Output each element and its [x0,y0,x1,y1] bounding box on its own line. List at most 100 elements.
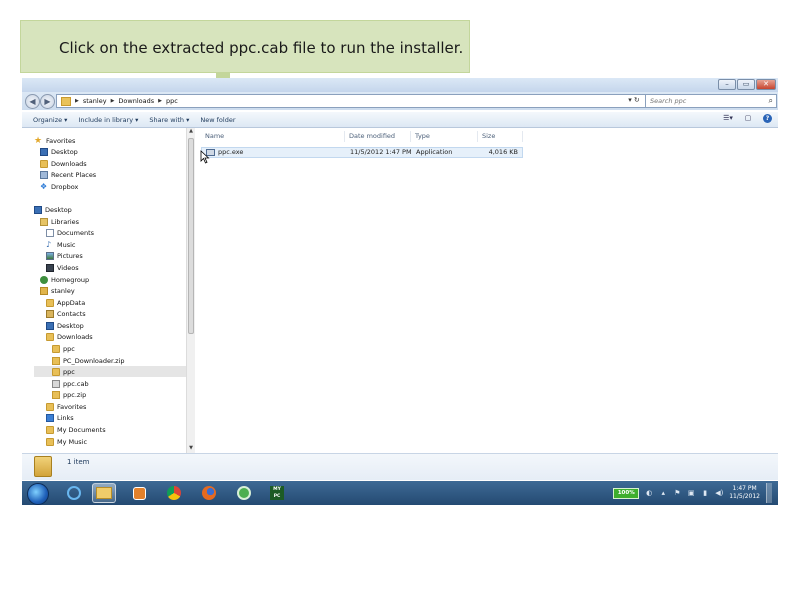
breadcrumb-downloads[interactable]: Downloads [118,97,154,105]
preview-pane-icon[interactable]: ▢ [743,114,753,123]
videos-icon [46,263,54,272]
zip-icon [52,356,60,365]
star-icon: ★ [34,135,43,146]
volume-icon[interactable]: ◀) [715,489,723,497]
nav-downloads[interactable]: Downloads [46,331,93,342]
scroll-up-icon[interactable]: ▲ [187,128,195,136]
share-with-menu[interactable]: Share with ▾ [149,116,189,124]
search-icon[interactable]: ⌕ [769,96,773,106]
nav-documents[interactable]: Documents [46,227,94,238]
folder-icon [46,425,54,434]
file-date: 11/5/2012 1:47 PM [350,148,412,156]
help-icon[interactable]: ? [763,114,772,123]
scroll-thumb[interactable] [188,138,194,334]
app-taskbar-button[interactable] [232,483,256,503]
nav-videos[interactable]: Videos [46,262,79,273]
firefox-icon [202,486,216,500]
action-center-icon[interactable]: ⚑ [673,489,681,497]
file-row[interactable]: ppc.exe 11/5/2012 1:47 PM Application 4,… [201,147,523,158]
nav-contacts[interactable]: Contacts [46,308,86,319]
desktop-icon [34,205,42,214]
column-size[interactable]: Size [478,131,523,142]
nav-desktop[interactable]: Desktop [34,204,72,215]
tray-app-icon[interactable]: ◐ [645,489,653,497]
clock[interactable]: 1:47 PM 11/5/2012 [729,485,760,501]
media-taskbar-button[interactable] [127,483,151,503]
nav-links[interactable]: Links [46,412,74,423]
file-name: ppc.exe [218,148,244,156]
nav-pictures[interactable]: Pictures [46,250,83,261]
column-type[interactable]: Type [411,131,478,142]
dropbox-icon: ❖ [40,181,48,191]
display-icon[interactable]: ▣ [687,489,695,497]
scroll-down-icon[interactable]: ▼ [187,445,195,453]
address-bar[interactable]: ▶ stanley ▶ Downloads ▶ ppc [56,94,647,108]
nav-dropbox[interactable]: ❖ Dropbox [40,181,78,192]
nav-stanley[interactable]: stanley [40,285,75,296]
refresh-icon[interactable]: ▾ ↻ [627,94,641,106]
explorer-taskbar-button[interactable] [92,483,116,503]
homegroup-icon [40,275,48,284]
breadcrumb-stanley[interactable]: stanley [83,97,107,105]
nav-desktop-folder[interactable]: Desktop [46,320,84,331]
folder-icon [61,96,71,106]
maximize-button[interactable]: ▭ [737,79,755,90]
system-tray: 100% ◐ ▴ ⚑ ▣ ▮ ◀) 1:47 PM 11/5/2012 [613,483,772,503]
nav-my-music[interactable]: My Music [46,436,87,447]
downloads-folder-icon [46,332,54,341]
forward-button[interactable]: ▶ [40,94,55,109]
show-desktop-button[interactable] [766,483,772,503]
nav-recent-places[interactable]: Recent Places [40,169,96,180]
ie-taskbar-button[interactable] [62,483,86,503]
mouse-cursor-icon [200,150,210,164]
nav-libraries[interactable]: Libraries [40,216,79,227]
breadcrumb-ppc[interactable]: ppc [166,97,178,105]
links-icon [46,413,54,422]
nav-ppc-folder[interactable]: ppc [52,343,75,354]
libraries-icon [40,217,48,226]
file-size: 4,016 KB [488,148,518,156]
network-icon[interactable]: ▮ [701,489,709,497]
column-date-modified[interactable]: Date modified [345,131,411,142]
nav-appdata[interactable]: AppData [46,297,85,308]
clock-time: 1:47 PM [732,485,757,492]
nav-ppc-zip[interactable]: ppc.zip [52,389,86,400]
contacts-icon [46,309,54,318]
nav-homegroup[interactable]: Homegroup [40,274,89,285]
nav-my-documents[interactable]: My Documents [46,424,106,435]
nav-scrollbar[interactable]: ▲ ▼ [186,128,195,453]
nav-favorites-folder[interactable]: Favorites [46,401,86,412]
battery-indicator[interactable]: 100% [613,487,640,499]
title-bar[interactable]: – ▭ ✕ [22,78,778,92]
desktop-icon [40,147,48,156]
close-button[interactable]: ✕ [756,79,776,90]
firefox-taskbar-button[interactable] [197,483,221,503]
music-icon: ♪ [46,239,52,249]
new-folder-button[interactable]: New folder [200,116,235,124]
show-hidden-icons[interactable]: ▴ [659,489,667,497]
zip-icon [52,390,60,399]
minimize-button[interactable]: – [718,79,736,90]
organize-menu[interactable]: Organize ▾ [33,116,67,124]
folder-icon [52,367,60,376]
nav-ppc-cab[interactable]: ppc.cab [52,378,89,389]
nav-pc-downloader-zip[interactable]: PC_Downloader.zip [52,355,125,366]
start-button[interactable] [27,483,49,505]
back-button[interactable]: ◀ [25,94,40,109]
nav-downloads-fav[interactable]: Downloads [40,158,87,169]
recent-places-icon [40,170,48,179]
nav-ppc-selected[interactable]: ppc [34,366,186,377]
mypc-taskbar-button[interactable]: MY PC [265,483,289,503]
cab-file-icon [52,379,60,388]
column-name[interactable]: Name [201,131,345,142]
nav-favorites[interactable]: ★ Favorites [34,135,75,146]
user-folder-icon [40,286,48,295]
include-in-library-menu[interactable]: Include in library ▾ [78,116,138,124]
nav-desktop-fav[interactable]: Desktop [40,146,78,157]
search-input[interactable] [646,95,760,106]
chrome-taskbar-button[interactable] [162,483,186,503]
nav-music[interactable]: ♪ Music [46,239,76,250]
internet-explorer-icon [67,486,81,500]
documents-icon [46,228,54,237]
view-options-icon[interactable]: ☰▾ [723,114,733,123]
